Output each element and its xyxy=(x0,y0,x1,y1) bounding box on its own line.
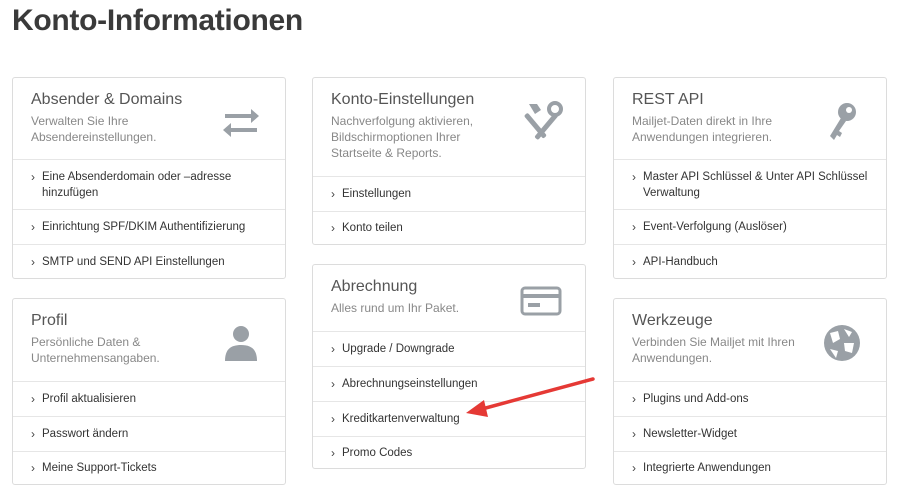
card-abrechnung: Abrechnung Alles rund um Ihr Paket. › Up… xyxy=(312,264,586,469)
menu-item-event-tracking[interactable]: › Event-Verfolgung (Auslöser) xyxy=(614,209,886,244)
tools-icon xyxy=(519,100,563,144)
chevron-right-icon: › xyxy=(31,254,35,269)
menu-item-credit-card-management[interactable]: › Kreditkartenverwaltung xyxy=(313,401,585,436)
menu-item-label: Profil aktualisieren xyxy=(42,393,136,405)
menu-item-label: Kreditkartenverwaltung xyxy=(342,413,460,425)
chevron-right-icon: › xyxy=(331,412,335,426)
menu-item-label: SMTP und SEND API Einstellungen xyxy=(42,255,225,268)
menu-item-master-api-keys[interactable]: › Master API Schlüssel & Unter API Schlü… xyxy=(614,159,886,209)
chevron-right-icon: › xyxy=(632,461,636,475)
menu-item-label: API-Handbuch xyxy=(643,255,718,268)
card-werkzeuge: Werkzeuge Verbinden Sie Mailjet mit Ihre… xyxy=(613,298,887,485)
menu-item-label: Event-Verfolgung (Auslöser) xyxy=(643,221,787,233)
menu-item-promo-codes[interactable]: › Promo Codes xyxy=(313,436,585,468)
menu-item-label: Abrechnungseinstellungen xyxy=(342,378,478,390)
chevron-right-icon: › xyxy=(31,427,35,441)
card-konto-einstellungen: Konto-Einstellungen Nachverfolgung aktiv… xyxy=(312,77,586,245)
menu-item-label: Passwort ändern xyxy=(42,428,129,440)
menu-item-label: Newsletter-Widget xyxy=(643,428,737,440)
menu-item-plugins[interactable]: › Plugins und Add-ons xyxy=(614,381,886,416)
card-profil: Profil Persönliche Daten & Unternehmensa… xyxy=(12,298,286,485)
arrows-swap-icon xyxy=(219,100,263,144)
menu-item-settings[interactable]: › Einstellungen xyxy=(313,176,585,211)
page-title: Konto-Informationen xyxy=(12,4,303,37)
menu-item-label: Meine Support-Tickets xyxy=(42,462,157,474)
chevron-right-icon: › xyxy=(331,445,335,460)
menu-item-billing-settings[interactable]: › Abrechnungseinstellungen xyxy=(313,366,585,401)
menu-item-label: Promo Codes xyxy=(342,446,413,459)
chevron-right-icon: › xyxy=(31,392,35,406)
menu-item-label: Eine Absenderdomain oder –adresse hinzuf… xyxy=(42,171,232,199)
menu-item-label: Einstellungen xyxy=(342,188,412,200)
card-rest-api: REST API Mailjet-Daten direkt in Ihre An… xyxy=(613,77,887,279)
menu-item-label: Master API Schlüssel & Unter API Schlüss… xyxy=(643,171,868,199)
chevron-right-icon: › xyxy=(632,427,636,441)
menu-item-upgrade-downgrade[interactable]: › Upgrade / Downgrade xyxy=(313,331,585,366)
menu-item-smtp-send-api[interactable]: › SMTP und SEND API Einstellungen xyxy=(13,244,285,278)
menu-item-label: Konto teilen xyxy=(342,222,403,234)
card-absender-domains: Absender & Domains Verwalten Sie Ihre Ab… xyxy=(12,77,286,279)
chevron-right-icon: › xyxy=(632,170,636,184)
chevron-right-icon: › xyxy=(331,377,335,391)
menu-item-newsletter-widget[interactable]: › Newsletter-Widget xyxy=(614,416,886,451)
menu-item-api-guide[interactable]: › API-Handbuch xyxy=(614,244,886,278)
chevron-right-icon: › xyxy=(31,220,35,234)
menu-item-label: Plugins und Add-ons xyxy=(643,393,749,405)
menu-item-profile-update[interactable]: › Profil aktualisieren xyxy=(13,381,285,416)
credit-card-icon xyxy=(519,279,563,323)
chevron-right-icon: › xyxy=(331,342,335,356)
key-icon xyxy=(820,100,864,144)
chevron-right-icon: › xyxy=(331,187,335,201)
menu-item-integrated-apps[interactable]: › Integrierte Anwendungen xyxy=(614,451,886,484)
chevron-right-icon: › xyxy=(331,221,335,235)
menu-item-label: Einrichtung SPF/DKIM Authentifizierung xyxy=(42,221,246,233)
chevron-right-icon: › xyxy=(632,220,636,234)
menu-item-label: Integrierte Anwendungen xyxy=(643,462,771,474)
chevron-right-icon: › xyxy=(31,170,35,184)
menu-item-share-account[interactable]: › Konto teilen xyxy=(313,211,585,244)
user-icon xyxy=(219,321,263,365)
chevron-right-icon: › xyxy=(632,254,636,269)
chevron-right-icon: › xyxy=(31,461,35,475)
menu-item-label: Upgrade / Downgrade xyxy=(342,343,455,355)
menu-item-change-password[interactable]: › Passwort ändern xyxy=(13,416,285,451)
chevron-right-icon: › xyxy=(632,392,636,406)
globe-icon xyxy=(820,321,864,365)
menu-item-spf-dkim[interactable]: › Einrichtung SPF/DKIM Authentifizierung xyxy=(13,209,285,244)
menu-item-support-tickets[interactable]: › Meine Support-Tickets xyxy=(13,451,285,484)
menu-item-add-sender[interactable]: › Eine Absenderdomain oder –adresse hinz… xyxy=(13,159,285,209)
